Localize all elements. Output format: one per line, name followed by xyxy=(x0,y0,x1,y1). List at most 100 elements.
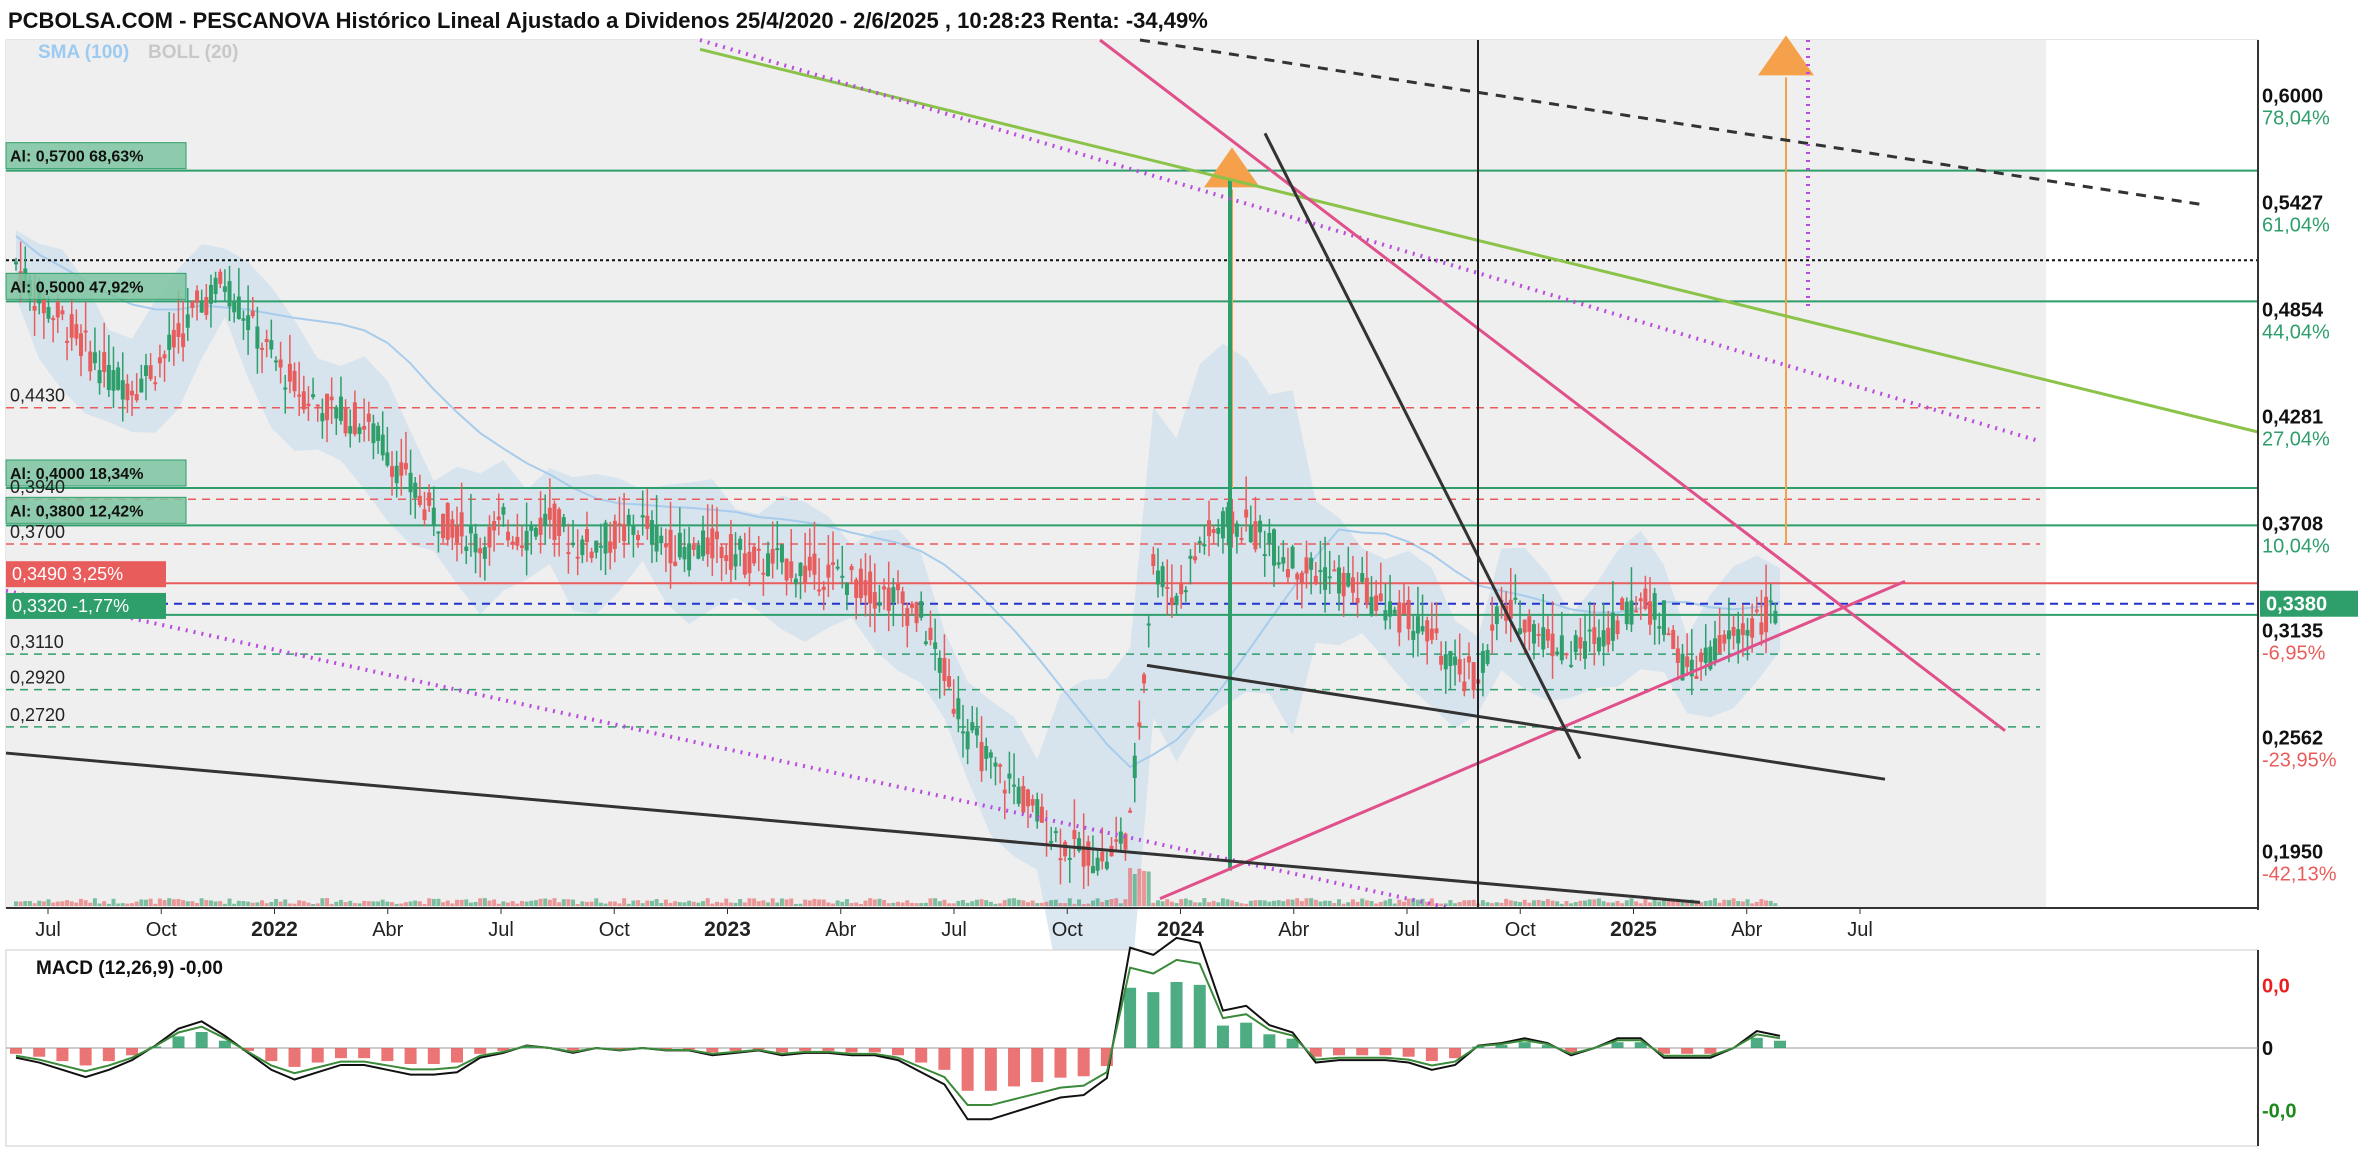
candle-body xyxy=(139,378,144,393)
volume-bar xyxy=(199,898,204,906)
volume-bar xyxy=(1508,900,1513,906)
macd-histogram-bar xyxy=(1704,1048,1717,1054)
price-label: 0,1950 xyxy=(2262,842,2323,864)
candle-body xyxy=(1415,616,1420,634)
candle-body xyxy=(83,330,88,333)
volume-bar xyxy=(626,903,631,906)
macd-histogram-bar xyxy=(33,1048,46,1057)
level-label: 0,3700 xyxy=(10,522,65,542)
candle-body xyxy=(306,403,311,407)
volume-bar xyxy=(1211,900,1216,906)
volume-bar xyxy=(1077,899,1082,906)
volume-bar xyxy=(1295,898,1300,906)
candle-body xyxy=(260,347,265,350)
x-axis: Jul Oct 2022 Abr Jul Oct 2023 Abr Jul Oct 2024 Abr J… xyxy=(35,908,1873,941)
volume-bar xyxy=(1717,902,1722,906)
x-tick-label: Abr xyxy=(1731,919,1762,941)
candle-body xyxy=(844,582,849,595)
candle-body xyxy=(1258,520,1263,533)
candle-body xyxy=(821,586,826,591)
macd-histogram-bar xyxy=(1681,1048,1694,1054)
candle-body xyxy=(1453,656,1458,666)
level-label: 0,2720 xyxy=(10,705,65,725)
volume-bar xyxy=(167,898,172,906)
volume-bar xyxy=(1267,901,1272,906)
volume-bar xyxy=(1471,899,1476,906)
volume-bar xyxy=(1239,903,1244,906)
candle-body xyxy=(1671,629,1676,649)
volume-bar xyxy=(891,902,896,906)
candle-body xyxy=(1267,532,1272,545)
candle-body xyxy=(1610,612,1615,641)
volume-bar xyxy=(1132,873,1137,906)
volume-bar xyxy=(1680,902,1685,906)
volume-bar xyxy=(176,899,181,906)
candle-body xyxy=(1634,610,1639,613)
candle-body xyxy=(1471,662,1476,691)
candle-body xyxy=(710,528,715,559)
volume-bar xyxy=(468,902,473,906)
volume-bar xyxy=(1169,901,1174,906)
volume-bar xyxy=(292,903,297,906)
macd-histogram-bar xyxy=(845,1048,858,1053)
candle-body xyxy=(705,537,710,555)
volume-bar xyxy=(1304,898,1309,906)
candle-body xyxy=(835,566,840,569)
candle-body xyxy=(882,586,887,590)
candle-body xyxy=(1434,628,1439,634)
macd-histogram-bar xyxy=(334,1048,347,1059)
candle-body xyxy=(1443,654,1448,670)
candle-body xyxy=(1039,806,1044,823)
candle-body xyxy=(1253,521,1258,550)
macd-histogram-bar xyxy=(56,1048,69,1062)
volume-bar xyxy=(557,902,562,906)
candle-body xyxy=(125,383,130,401)
volume-bar xyxy=(1620,903,1625,906)
candle-body xyxy=(1142,674,1147,684)
volume-bar xyxy=(1160,901,1165,906)
volume-bar xyxy=(937,901,942,906)
candle-body xyxy=(942,657,947,682)
volume-bar xyxy=(455,899,459,906)
candle-body xyxy=(357,427,362,434)
volume-bar xyxy=(1629,898,1634,906)
volume-bar xyxy=(714,901,719,906)
candle-body xyxy=(204,297,209,315)
candle-body xyxy=(719,546,724,559)
volume-bar xyxy=(269,901,274,906)
volume-bar xyxy=(673,901,678,906)
volume-bar xyxy=(255,902,260,906)
candle-body xyxy=(909,603,914,608)
macd-histogram-bar xyxy=(311,1048,324,1063)
volume-bar xyxy=(408,901,413,906)
candle-body xyxy=(547,507,552,520)
macd-histogram-bar xyxy=(1379,1048,1392,1056)
candle-body xyxy=(1118,831,1123,844)
volume-bar xyxy=(923,902,928,906)
volume-bar xyxy=(376,901,381,906)
volume-bar xyxy=(1499,902,1504,906)
volume-bar xyxy=(1369,901,1374,906)
candle-body xyxy=(1615,620,1620,635)
volume-bar xyxy=(1230,900,1235,906)
candle-body xyxy=(974,728,979,736)
volume-bar xyxy=(1754,901,1759,906)
candle-body xyxy=(1462,681,1467,692)
x-tick-label: Jul xyxy=(941,919,967,941)
candle-body xyxy=(896,583,900,591)
volume-bar xyxy=(273,899,278,906)
candle-body xyxy=(970,722,975,731)
volume-bar xyxy=(1392,903,1397,906)
candle-body xyxy=(914,602,919,624)
volume-bar xyxy=(32,903,37,906)
candle-body xyxy=(1053,831,1058,834)
candle-body xyxy=(14,261,18,265)
volume-bar xyxy=(779,898,784,906)
volume-bar xyxy=(1708,900,1713,906)
candle-body xyxy=(69,314,74,338)
volume-bar xyxy=(1225,899,1230,906)
volume-bar xyxy=(1360,898,1365,906)
volume-bar xyxy=(668,902,673,906)
volume-bar xyxy=(250,902,255,906)
candle-body xyxy=(1592,627,1597,644)
